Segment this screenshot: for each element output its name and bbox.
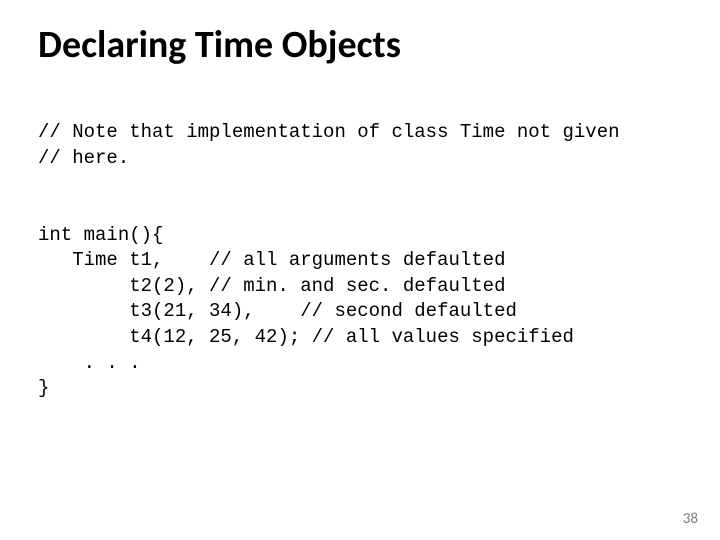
page-number: 38 xyxy=(683,510,698,528)
page-title: Declaring Time Objects xyxy=(38,22,401,68)
slide: Declaring Time Objects // Note that impl… xyxy=(0,0,720,540)
code-block: // Note that implementation of class Tim… xyxy=(38,120,620,402)
